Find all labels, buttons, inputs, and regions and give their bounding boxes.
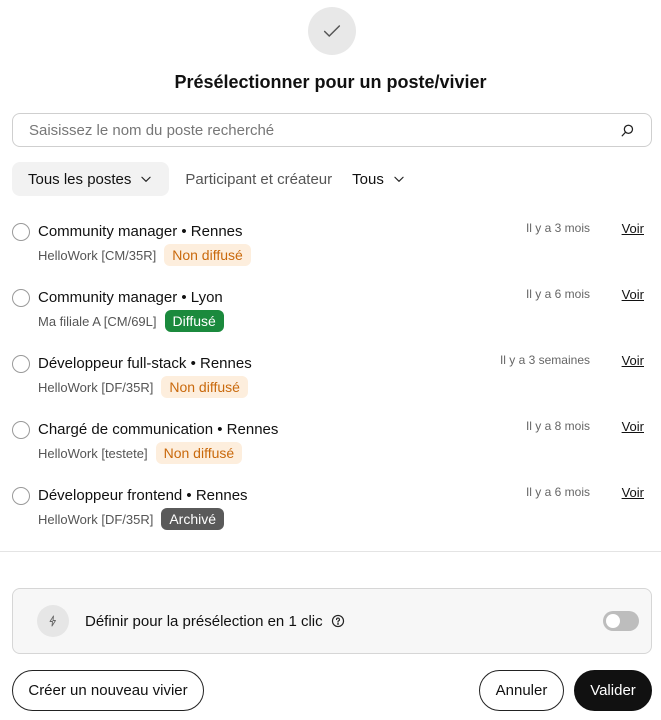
job-meta: HelloWork [testete] Non diffusé bbox=[38, 442, 243, 464]
chevron-down-icon bbox=[139, 172, 153, 186]
oneclick-label: Définir pour la présélection en 1 clic bbox=[85, 612, 323, 630]
search-input[interactable] bbox=[29, 121, 619, 139]
filter-all-dropdown[interactable]: Tous bbox=[348, 162, 422, 196]
oneclick-toggle[interactable] bbox=[603, 611, 639, 631]
chevron-down-icon bbox=[392, 172, 406, 186]
divider bbox=[0, 551, 661, 552]
job-reference: Ma filiale A [CM/69L] bbox=[38, 313, 157, 329]
status-badge: Archivé bbox=[161, 508, 225, 530]
question-circle-icon[interactable] bbox=[331, 614, 345, 628]
status-badge: Non diffusé bbox=[164, 244, 251, 266]
job-row[interactable]: Community manager • Rennes HelloWork [CM… bbox=[0, 214, 661, 280]
job-reference: HelloWork [DF/35R] bbox=[38, 379, 154, 395]
filter-all-label: Tous bbox=[352, 170, 384, 188]
job-title: Chargé de communication • Rennes bbox=[38, 421, 279, 438]
job-radio[interactable] bbox=[12, 223, 30, 241]
job-title: Community manager • Lyon bbox=[38, 289, 223, 306]
job-date: Il y a 3 semaines bbox=[499, 353, 590, 367]
job-row[interactable]: Développeur frontend • Rennes HelloWork … bbox=[0, 478, 661, 544]
job-date: Il y a 6 mois bbox=[525, 485, 590, 499]
view-link[interactable]: Voir bbox=[622, 485, 644, 500]
status-badge: Non diffusé bbox=[161, 376, 248, 398]
job-meta: HelloWork [DF/35R] Archivé bbox=[38, 508, 225, 530]
job-date: Il y a 8 mois bbox=[525, 419, 590, 433]
bolt-icon bbox=[37, 605, 69, 637]
job-row[interactable]: Community manager • Lyon Ma filiale A [C… bbox=[0, 280, 661, 346]
job-title: Développeur full-stack • Rennes bbox=[38, 355, 252, 372]
job-radio[interactable] bbox=[12, 421, 30, 439]
view-link[interactable]: Voir bbox=[622, 353, 644, 368]
job-reference: HelloWork [DF/35R] bbox=[38, 511, 154, 527]
status-badge: Diffusé bbox=[164, 310, 224, 332]
view-link[interactable]: Voir bbox=[622, 419, 644, 434]
view-link[interactable]: Voir bbox=[622, 287, 644, 302]
filter-all-jobs-label: Tous les postes bbox=[28, 170, 132, 188]
search-field[interactable] bbox=[12, 113, 652, 147]
cancel-button[interactable]: Annuler bbox=[479, 670, 564, 711]
job-radio[interactable] bbox=[12, 289, 30, 307]
job-title: Community manager • Rennes bbox=[38, 223, 243, 240]
validate-button[interactable]: Valider bbox=[574, 670, 652, 711]
filter-all-jobs-dropdown[interactable]: Tous les postes bbox=[12, 162, 170, 196]
job-row[interactable]: Développeur full-stack • Rennes HelloWor… bbox=[0, 346, 661, 412]
job-meta: Ma filiale A [CM/69L] Diffusé bbox=[38, 310, 224, 332]
job-meta: HelloWork [DF/35R] Non diffusé bbox=[38, 376, 248, 398]
create-pool-button[interactable]: Créer un nouveau vivier bbox=[12, 670, 204, 711]
filter-participant[interactable]: Participant et créateur bbox=[169, 162, 348, 196]
job-reference: HelloWork [testete] bbox=[38, 445, 148, 461]
page-title: Présélectionner pour un poste/vivier bbox=[174, 72, 487, 92]
job-date: Il y a 6 mois bbox=[525, 287, 590, 301]
oneclick-panel: Définir pour la présélection en 1 clic bbox=[12, 588, 652, 654]
toggle-knob bbox=[606, 614, 620, 628]
view-link[interactable]: Voir bbox=[622, 221, 644, 236]
status-badge: Non diffusé bbox=[155, 442, 243, 464]
job-row[interactable]: Chargé de communication • Rennes HelloWo… bbox=[0, 412, 661, 478]
job-meta: HelloWork [CM/35R] Non diffusé bbox=[38, 244, 251, 266]
search-icon[interactable] bbox=[619, 122, 635, 138]
job-date: Il y a 3 mois bbox=[525, 221, 590, 235]
check-icon bbox=[308, 7, 356, 55]
filter-bar: Tous les postes Participant et créateur … bbox=[12, 162, 422, 196]
job-reference: HelloWork [CM/35R] bbox=[38, 247, 157, 263]
job-title: Développeur frontend • Rennes bbox=[38, 487, 248, 504]
job-radio[interactable] bbox=[12, 355, 30, 373]
job-list: Community manager • Rennes HelloWork [CM… bbox=[0, 214, 661, 544]
job-radio[interactable] bbox=[12, 487, 30, 505]
filter-participant-label: Participant et créateur bbox=[185, 170, 333, 188]
